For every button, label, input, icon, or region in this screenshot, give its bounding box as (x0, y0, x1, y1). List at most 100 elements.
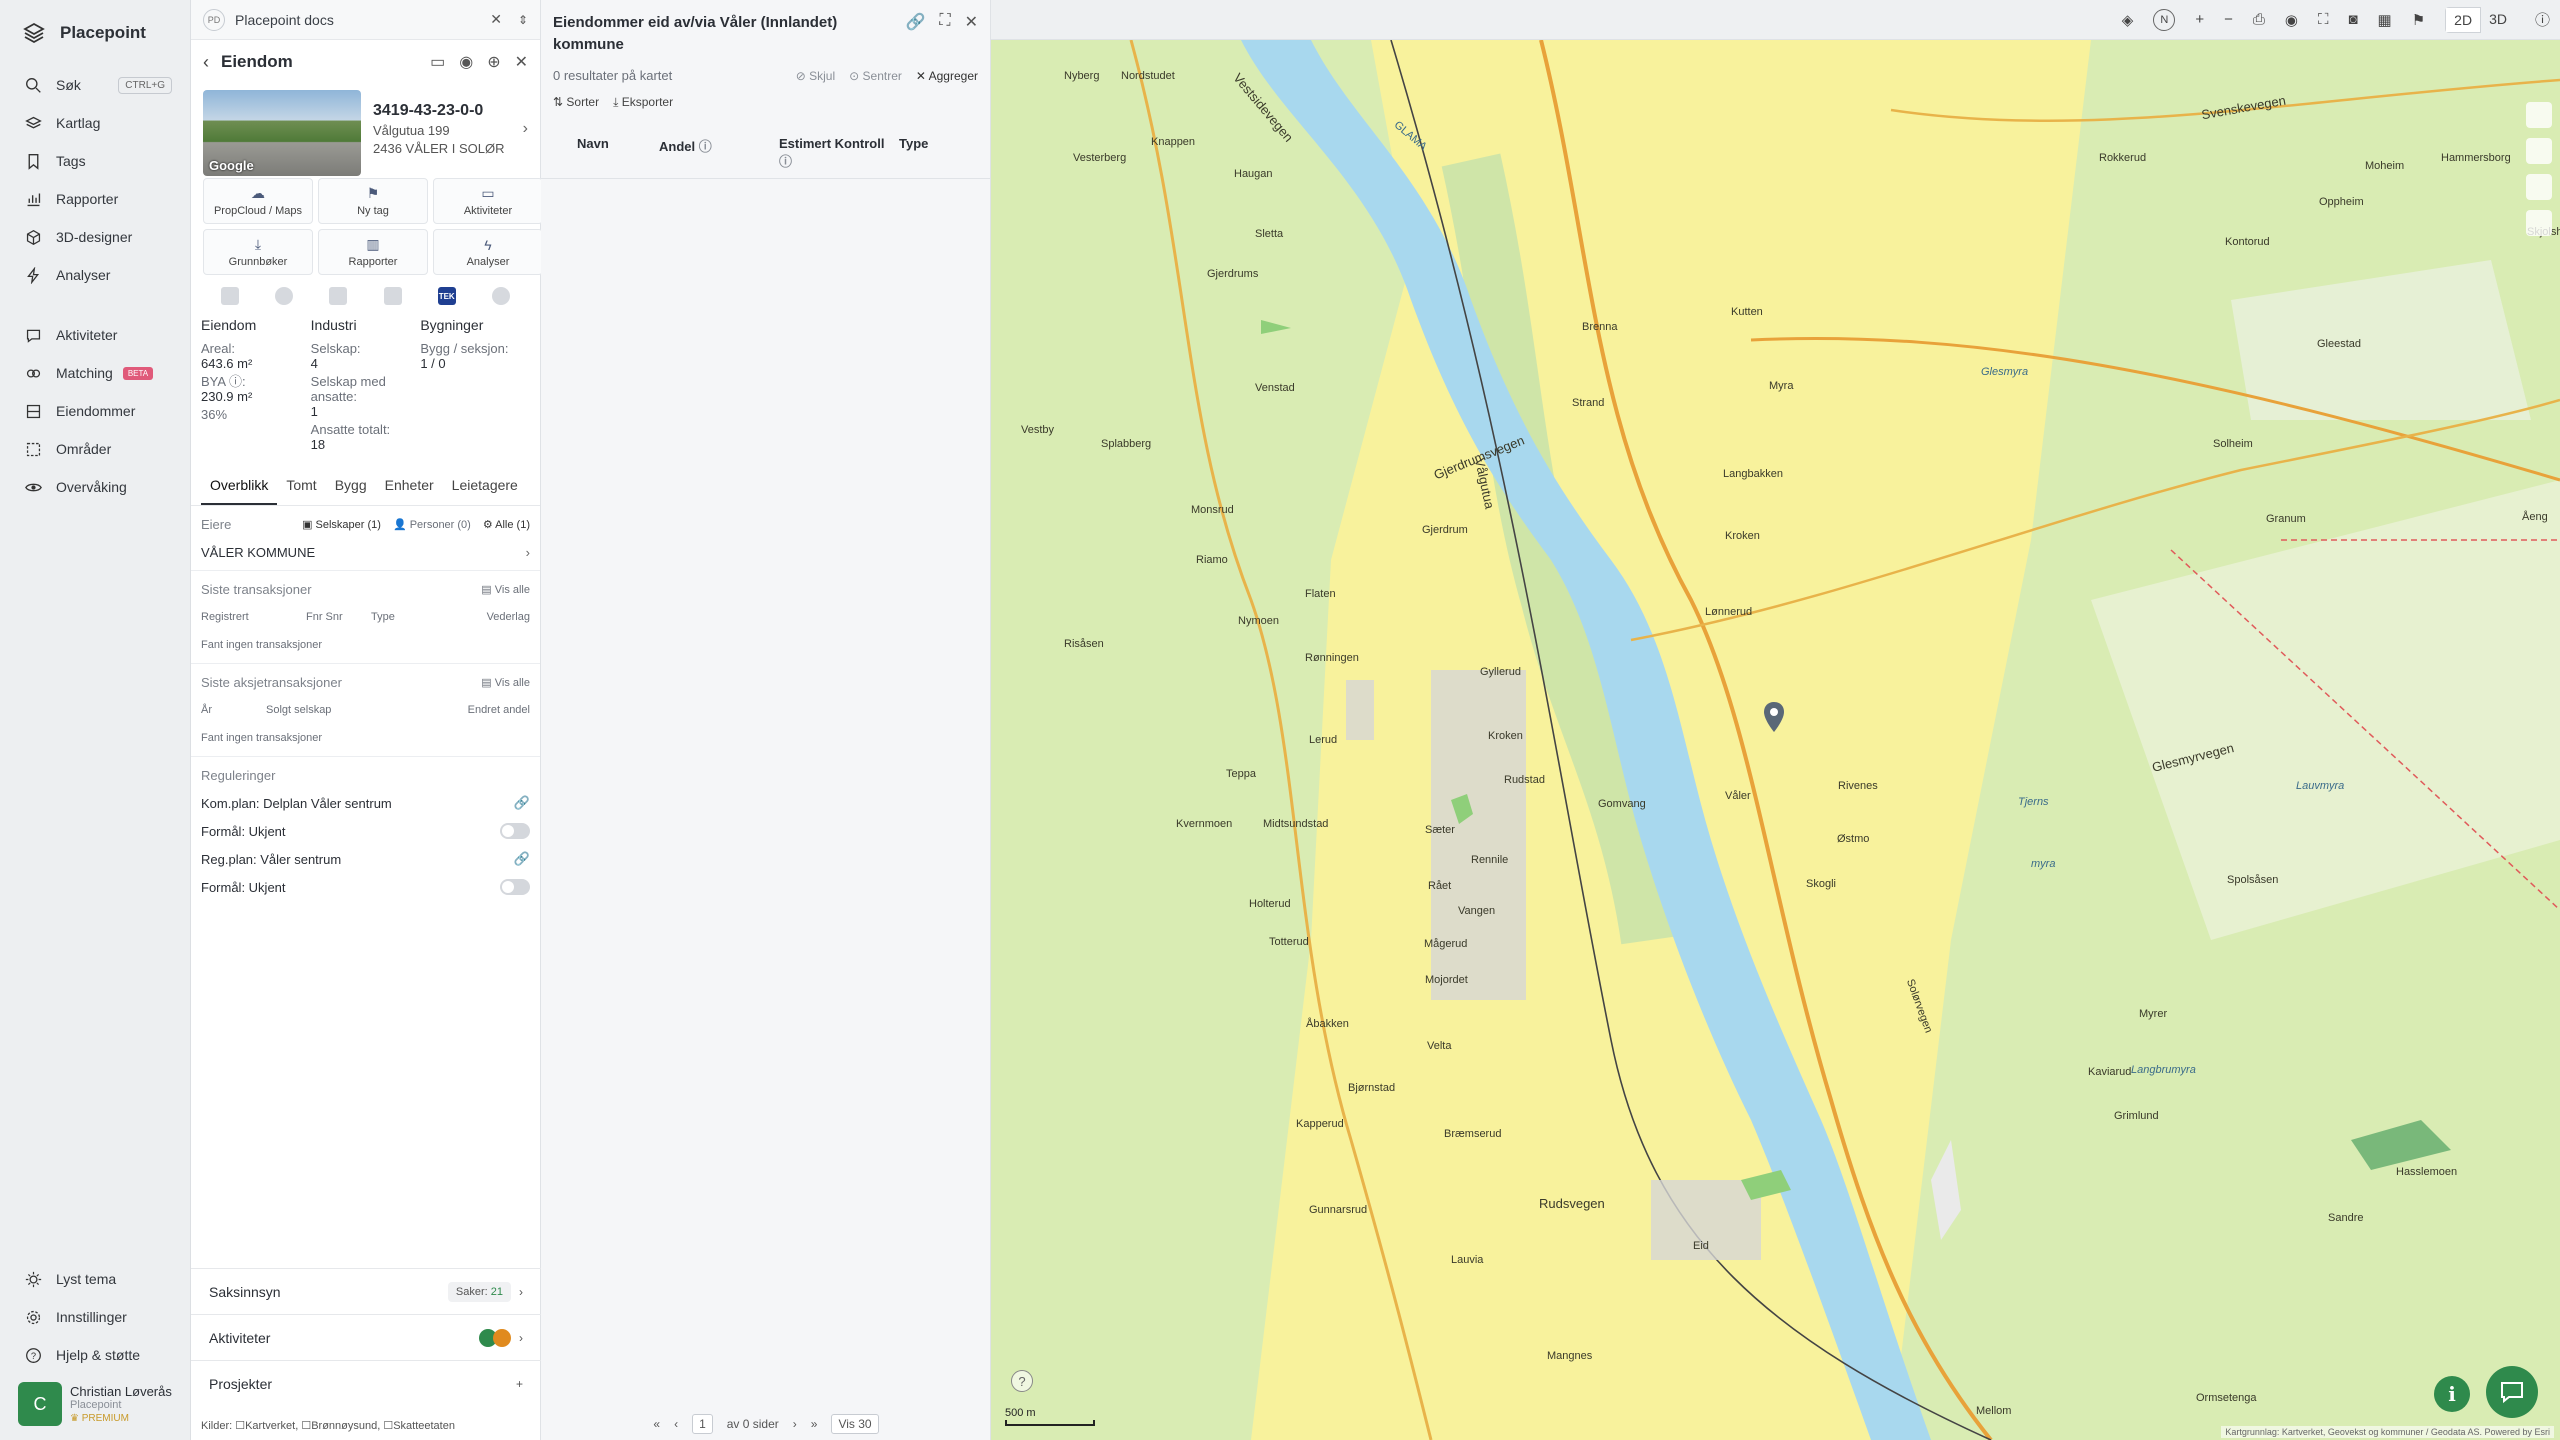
camera-icon[interactable]: ◙ (2348, 11, 2357, 28)
property-summary[interactable]: Google 3419-43-23-0-0 Vålgutua 199 2436 … (191, 84, 540, 176)
hide-button[interactable]: ⊘ Skjul (796, 69, 835, 83)
analyses-button[interactable]: ϟ Analyser (433, 229, 543, 275)
center-button[interactable]: ⊙ Sentrer (849, 69, 902, 83)
nav-item-theme[interactable]: Lyst tema (0, 1260, 191, 1298)
layer-icon[interactable] (383, 287, 402, 305)
nav-item-aktiviteter[interactable]: Aktiviteter (0, 316, 190, 354)
toggle-switch[interactable] (500, 879, 530, 895)
add-icon[interactable]: ⊕ (487, 52, 500, 72)
layer-icon[interactable] (491, 287, 510, 305)
plus-icon[interactable]: + (516, 1377, 523, 1391)
reports-button[interactable]: ▥ Rapporter (318, 229, 428, 275)
tek-icon[interactable]: TEK (437, 287, 456, 305)
help-icon[interactable]: ? (1011, 1370, 1033, 1392)
prosjekter-accordion[interactable]: Prosjekter + (191, 1360, 541, 1406)
filter-personer[interactable]: 👤 Personer (0) (393, 518, 471, 531)
close-icon[interactable]: ✕ (515, 52, 528, 72)
bookmark-icon[interactable]: ⚑ (2412, 11, 2425, 29)
grunnboker-button[interactable]: ⤓ Grunnbøker (203, 229, 313, 275)
nav-item-search[interactable]: Søk CTRL+G (0, 66, 190, 104)
layer-icon[interactable] (275, 287, 294, 305)
link-icon[interactable]: 🔗 (514, 851, 530, 867)
last-page-icon[interactable]: » (811, 1417, 818, 1431)
new-tag-button[interactable]: ⚑ Ny tag (318, 178, 428, 224)
view-3d-button[interactable]: 3D (2481, 7, 2515, 33)
view-2d-button[interactable]: 2D (2445, 6, 2482, 33)
chart-icon[interactable] (2526, 174, 2552, 200)
nav-item-eiendommer[interactable]: Eiendommer (0, 392, 190, 430)
map-pin-icon[interactable] (1763, 702, 1785, 732)
vis-alle-link[interactable]: ▤ Vis alle (481, 583, 530, 596)
tab-overblikk[interactable]: Overblikk (201, 467, 278, 505)
zoom-out-icon[interactable]: − (2224, 11, 2233, 28)
print-icon[interactable]: ⎙ (2253, 11, 2265, 28)
first-page-icon[interactable]: « (653, 1417, 660, 1431)
zoom-in-icon[interactable]: + (2195, 11, 2204, 28)
street-view-image[interactable]: Google (203, 90, 361, 176)
filter-selskaper[interactable]: ▣ Selskaper (1) (302, 518, 381, 531)
close-icon[interactable]: ✕ (490, 11, 502, 28)
nav-item-matching[interactable]: Matching BETA (0, 354, 190, 392)
activities-button[interactable]: ▭ Aktiviteter (433, 178, 543, 224)
aktiviteter-accordion[interactable]: Aktiviteter › (191, 1314, 541, 1360)
tab-leietagere[interactable]: Leietagere (443, 467, 527, 505)
tab-enheter[interactable]: Enheter (376, 467, 443, 505)
eye-icon[interactable]: ◉ (2285, 11, 2298, 29)
per-page-select[interactable]: Vis 30 (831, 1414, 879, 1434)
link-icon[interactable]: 🔗 (905, 12, 925, 56)
owner-row[interactable]: VÅLER KOMMUNE › (191, 538, 540, 566)
fullscreen-icon[interactable]: ⛶ (2318, 11, 2329, 28)
nav-item-help[interactable]: ? Hjelp & støtte (0, 1336, 191, 1374)
regulation-item[interactable]: Kom.plan: Delplan Våler sentrum 🔗 (191, 789, 540, 817)
layers-icon[interactable]: ◈ (2122, 11, 2134, 29)
link-icon[interactable]: 🔗 (514, 795, 530, 811)
close-icon[interactable]: ✕ (965, 12, 978, 56)
layers-icon[interactable] (2526, 102, 2552, 128)
aggregate-button[interactable]: ✕ Aggreger (916, 69, 978, 83)
chat-button[interactable] (2486, 1366, 2538, 1418)
nav-item-tags[interactable]: Tags (0, 142, 190, 180)
id-card-icon[interactable]: ▭ (430, 52, 445, 72)
measure-icon[interactable] (2526, 138, 2552, 164)
toggle-switch[interactable] (500, 823, 530, 839)
nav-item-settings[interactable]: Innstillinger (0, 1298, 191, 1336)
eye-icon[interactable]: ◉ (459, 52, 473, 72)
info-icon[interactable]: ⓘ (2535, 9, 2550, 30)
propcloud-button[interactable]: ☁ PropCloud / Maps (203, 178, 313, 224)
map-canvas[interactable]: Nyberg Nordstudet Knappen Vesterberg Hau… (991, 40, 2560, 1440)
column-header[interactable]: Estimert Kontroll ⓘ (779, 136, 899, 170)
page-input[interactable]: 1 (692, 1414, 713, 1434)
nav-item-overvaking[interactable]: Overvåking (0, 468, 190, 506)
expand-icon[interactable]: ⇕ (518, 13, 528, 27)
brand[interactable]: Placepoint (0, 0, 190, 66)
nav-item-3d-designer[interactable]: 3D-designer (0, 218, 190, 256)
nav-item-kartlag[interactable]: Kartlag (0, 104, 190, 142)
saksinnsyn-accordion[interactable]: Saksinnsyn Saker: 21 › (191, 1268, 541, 1314)
regulation-item[interactable]: Reg.plan: Våler sentrum 🔗 (191, 845, 540, 873)
chevron-right-icon[interactable]: › (523, 120, 528, 138)
user-profile[interactable]: C Christian Løverås Placepoint ♛ PREMIUM (18, 1382, 191, 1426)
grid-icon[interactable]: ▦ (2378, 11, 2392, 29)
column-header[interactable]: Type (899, 136, 928, 170)
vis-alle-link[interactable]: ▤ Vis alle (481, 676, 530, 689)
filter-alle[interactable]: ⚙ Alle (1) (483, 518, 530, 531)
expand-icon[interactable]: ⛶ (939, 12, 950, 56)
export-button[interactable]: ⤓ Eksporter (613, 95, 673, 110)
info-button[interactable]: i (2434, 1376, 2470, 1412)
draw-icon[interactable] (2526, 210, 2552, 236)
workspace-tab[interactable]: PD Placepoint docs ✕ ⇕ (191, 0, 540, 40)
next-page-icon[interactable]: › (793, 1417, 797, 1431)
nav-item-rapporter[interactable]: Rapporter (0, 180, 190, 218)
compass-icon[interactable]: N (2153, 8, 2176, 31)
tab-tomt[interactable]: Tomt (277, 467, 325, 505)
nav-item-omrader[interactable]: Områder (0, 430, 190, 468)
sort-button[interactable]: ⇅ Sorter (553, 95, 599, 110)
layer-icon[interactable] (329, 287, 348, 305)
nav-item-analyser[interactable]: Analyser (0, 256, 190, 294)
column-header[interactable]: Navn (541, 136, 659, 170)
layer-icon[interactable] (221, 287, 240, 305)
column-header[interactable]: Andel ⓘ (659, 136, 779, 170)
back-icon[interactable]: ‹ (203, 52, 209, 73)
tab-bygg[interactable]: Bygg (326, 467, 376, 505)
prev-page-icon[interactable]: ‹ (674, 1417, 678, 1431)
